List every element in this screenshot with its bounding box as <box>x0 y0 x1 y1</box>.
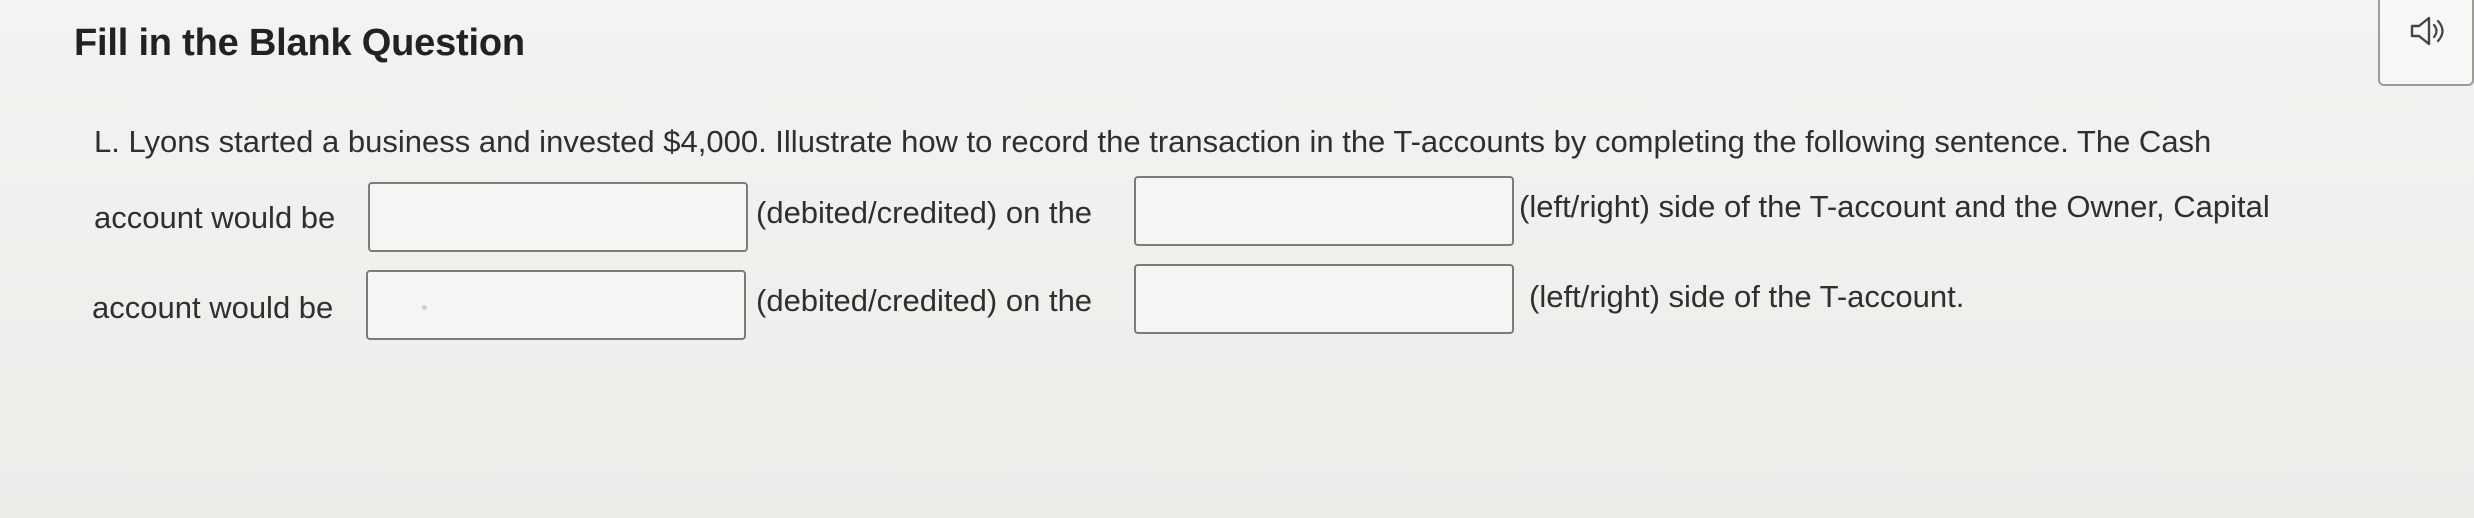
blank-1-debited-credited[interactable] <box>368 182 748 252</box>
blank-3-debited-credited[interactable] <box>366 270 746 340</box>
blank-4-left-right[interactable] <box>1134 264 1514 334</box>
row1-mid: (debited/credited) on the <box>756 195 1093 230</box>
read-aloud-button[interactable] <box>2378 0 2474 86</box>
cursor-dot <box>422 305 427 310</box>
row2-prefix: account would be <box>92 290 334 325</box>
row1-prefix: account would be <box>94 200 336 235</box>
question-page: Fill in the Blank Question L. Lyons star… <box>0 0 2474 518</box>
row2-suffix: (left/right) side of the T-account. <box>1529 279 1965 314</box>
row2-mid: (debited/credited) on the <box>756 283 1093 318</box>
row1-suffix: (left/right) side of the T-account and t… <box>1519 189 2270 224</box>
question-intro: L. Lyons started a business and invested… <box>94 124 2212 159</box>
page-title: Fill in the Blank Question <box>74 22 525 64</box>
speaker-icon <box>2410 16 2444 46</box>
blank-2-left-right[interactable] <box>1134 176 1514 246</box>
